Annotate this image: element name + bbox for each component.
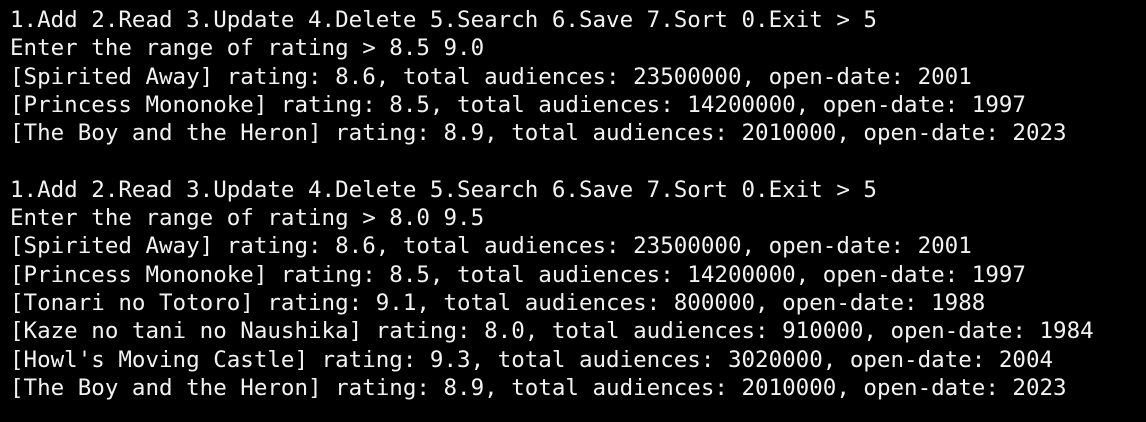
result-line: [Kaze no tani no Naushika] rating: 8.0, …	[10, 318, 1094, 345]
rating-range-input-line: Enter the range of rating > 8.0 9.5	[10, 205, 485, 232]
menu-prompt-line: 1.Add 2.Read 3.Update 4.Delete 5.Search …	[10, 7, 877, 33]
result-line: [Howl's Moving Castle] rating: 9.3, tota…	[10, 346, 1054, 373]
result-line: [The Boy and the Heron] rating: 8.9, tot…	[10, 374, 1067, 401]
rating-range-input-line: Enter the range of rating > 8.5 9.0	[10, 35, 485, 62]
menu-prompt-line: 1.Add 2.Read 3.Update 4.Delete 5.Search …	[10, 176, 877, 203]
terminal-window[interactable]: 1.Add 2.Read 3.Update 4.Delete 5.Search …	[0, 0, 1146, 422]
result-line: [The Boy and the Heron] rating: 8.9, tot…	[10, 120, 1067, 147]
result-line: [Tonari no Totoro] rating: 9.1, total au…	[10, 289, 986, 316]
result-line: [Spirited Away] rating: 8.6, total audie…	[10, 63, 972, 90]
result-line: [Princess Mononoke] rating: 8.5, total a…	[10, 261, 1026, 288]
result-line: [Princess Mononoke] rating: 8.5, total a…	[10, 91, 1026, 118]
result-line: [Spirited Away] rating: 8.6, total audie…	[10, 233, 972, 260]
